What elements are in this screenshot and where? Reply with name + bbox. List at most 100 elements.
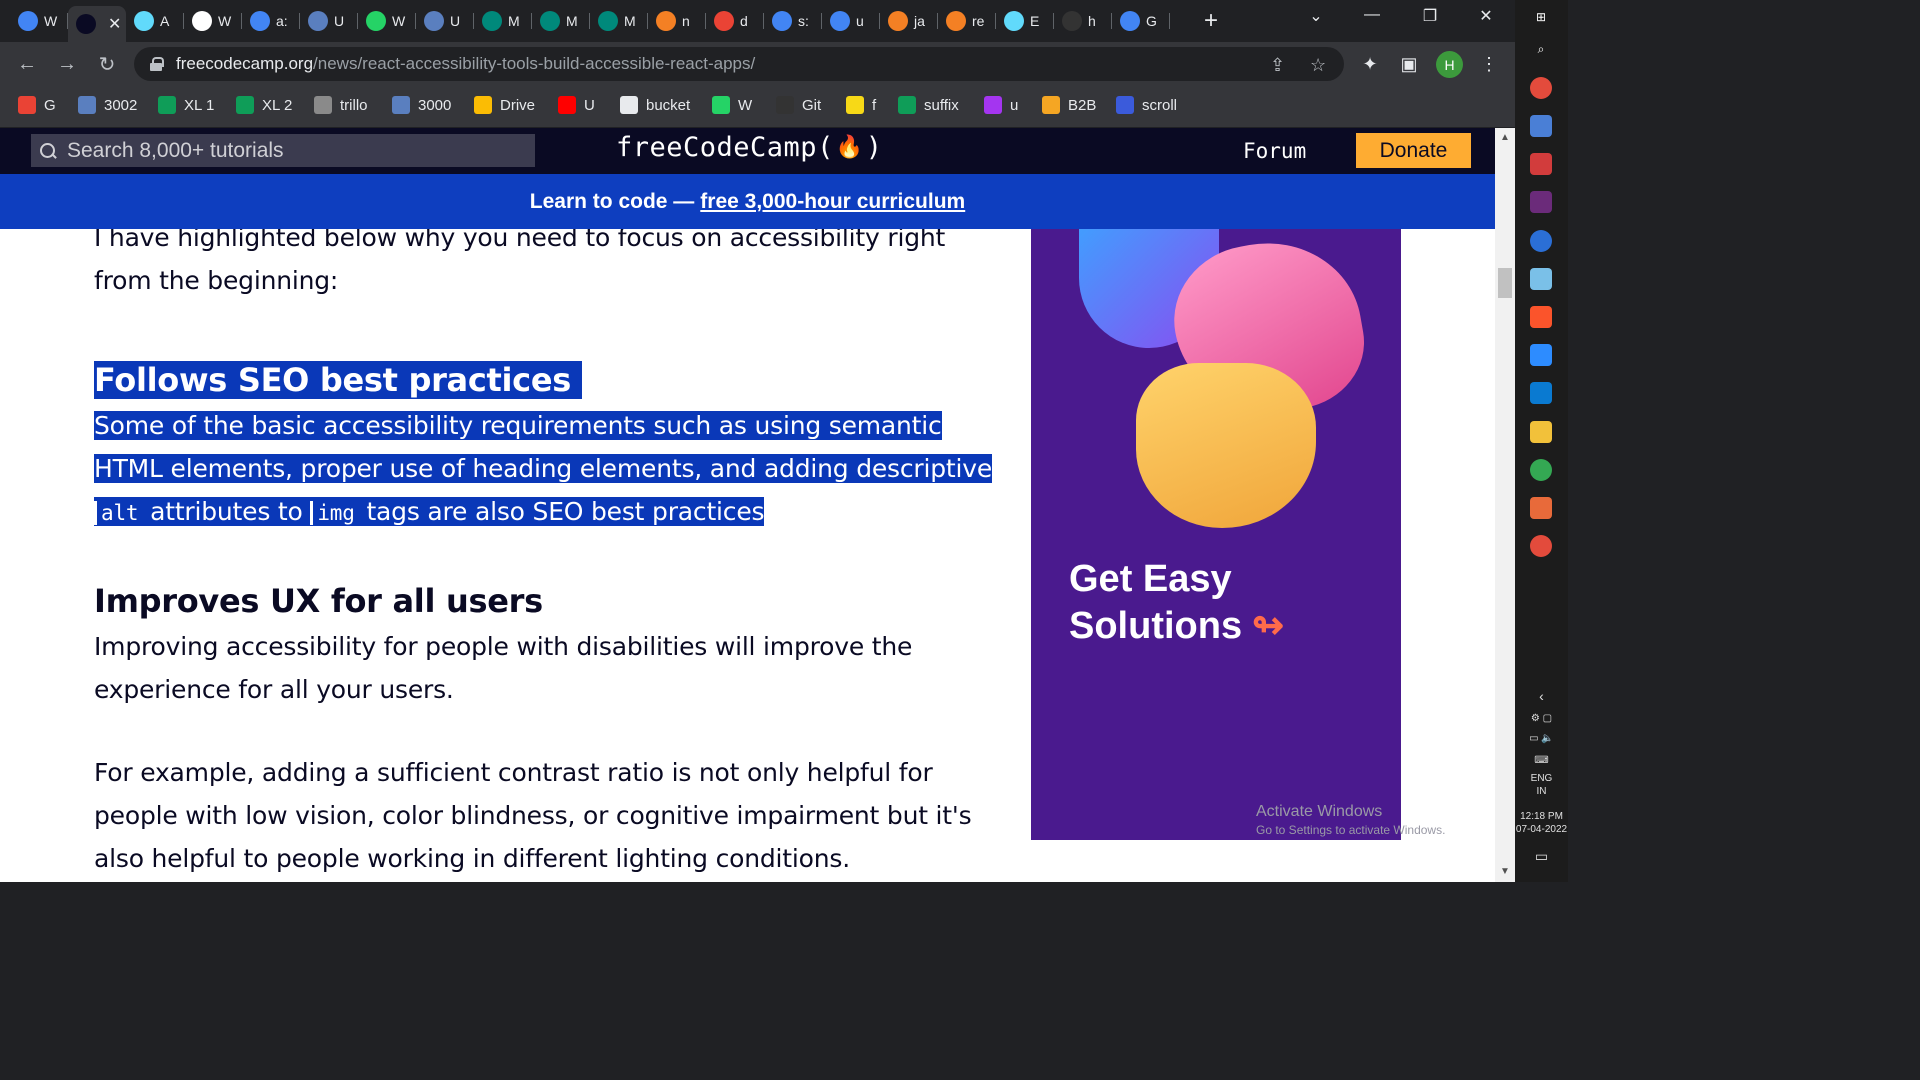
bookmark-item[interactable]: Git	[776, 94, 821, 116]
browser-tab[interactable]: W	[358, 6, 416, 36]
tray-keyboard-icon[interactable]: ⌨	[1515, 754, 1568, 767]
git-taskbar-icon[interactable]	[1530, 497, 1552, 519]
browser-tab[interactable]: U	[416, 6, 474, 36]
page-scrollbar[interactable]: ▲ ▼	[1495, 128, 1515, 882]
browser-tab[interactable]: a:	[242, 6, 300, 36]
bookmark-item[interactable]: XL 1	[158, 94, 214, 116]
p-icon	[1116, 96, 1134, 114]
bookmark-item[interactable]: u	[984, 94, 1018, 116]
bookmark-item[interactable]: scroll	[1116, 94, 1177, 116]
browser-tab[interactable]: re	[938, 6, 996, 36]
side-panel-icon[interactable]: ▣	[1398, 53, 1420, 75]
fcc-logo[interactable]: freeCodeCamp( 🔥 )	[616, 132, 883, 163]
language-indicator[interactable]: ENG IN	[1515, 772, 1568, 798]
browser-tab[interactable]: d	[706, 6, 764, 36]
browser-tab[interactable]: A	[126, 6, 184, 36]
profile-avatar[interactable]: H	[1436, 51, 1463, 78]
tab-title: E	[1030, 13, 1040, 29]
chrome-taskbar-icon[interactable]	[1530, 77, 1552, 99]
chrome-profile-taskbar-icon[interactable]	[1530, 459, 1552, 481]
browser-tab[interactable]: ✕	[68, 6, 126, 42]
close-window-icon[interactable]: ✕	[1466, 6, 1506, 26]
tray-network-icon[interactable]: ⚙ ▢	[1515, 712, 1568, 725]
browser-tab[interactable]: E	[996, 6, 1054, 36]
ide-taskbar-icon[interactable]	[1530, 191, 1552, 213]
search-bar[interactable]	[31, 134, 535, 167]
browser-tab[interactable]: s:	[764, 6, 822, 36]
scroll-thumb[interactable]	[1498, 268, 1512, 298]
bookmark-item[interactable]: W	[712, 94, 752, 116]
tab-title: u	[856, 13, 864, 29]
notification-icon[interactable]: ▭	[1515, 849, 1568, 863]
tray-chevron-icon[interactable]: ‹	[1515, 689, 1568, 703]
browser-tab[interactable]: W	[184, 6, 242, 36]
bookmark-item[interactable]: B2B	[1042, 94, 1096, 116]
search-input[interactable]	[67, 138, 507, 163]
tab-title: A	[160, 13, 170, 29]
windows-start-icon[interactable]: ⊞	[1530, 6, 1552, 28]
seo-paragraph-part-1: Some of the basic accessibility requirem…	[94, 411, 993, 483]
windows-taskbar: ⊞ ⌕ ‹ ⚙ ▢ ▭ 🔈 ⌨ ENG IN 12:18 PM 07-04-20…	[1515, 0, 1568, 882]
forward-icon[interactable]: →	[55, 52, 79, 76]
maps-taskbar-icon[interactable]	[1530, 230, 1552, 252]
curriculum-link[interactable]: free 3,000-hour curriculum	[700, 190, 965, 214]
file-explorer-taskbar-icon[interactable]	[1530, 421, 1552, 443]
clock[interactable]: 12:18 PM 07-04-2022	[1515, 810, 1568, 836]
new-tab-button[interactable]: +	[1198, 7, 1224, 34]
tab-title: n	[682, 13, 690, 29]
bookmark-item[interactable]: f	[846, 94, 876, 116]
browser-tab[interactable]: n	[648, 6, 706, 36]
tab-search-chevron-icon[interactable]: ⌄	[1296, 6, 1336, 26]
bookmark-item[interactable]: bucket	[620, 94, 690, 116]
restore-icon[interactable]: ❐	[1410, 6, 1450, 26]
seo-heading-text: Follows SEO best practices	[94, 361, 571, 399]
search-taskbar-icon[interactable]: ⌕	[1530, 38, 1552, 60]
browser-tab[interactable]: U	[300, 6, 358, 36]
bookmark-item[interactable]: 3002	[78, 94, 137, 116]
browser-tab[interactable]: u	[822, 6, 880, 36]
browser-tab[interactable]: h	[1054, 6, 1112, 36]
brave-taskbar-icon[interactable]	[1530, 306, 1552, 328]
chrome-alt-taskbar-icon[interactable]	[1530, 535, 1552, 557]
b2b-icon	[1042, 96, 1060, 114]
donate-button[interactable]: Donate	[1356, 133, 1471, 168]
bookmark-item[interactable]: suffix	[898, 94, 959, 116]
tray-volume-icon[interactable]: ▭ 🔈	[1515, 732, 1568, 745]
back-icon[interactable]: ←	[15, 52, 39, 76]
bookmark-star-icon[interactable]: ☆	[1310, 55, 1326, 76]
meet-icon	[598, 11, 618, 31]
browser-tab[interactable]: M	[532, 6, 590, 36]
bookmark-item[interactable]: trillo	[314, 94, 368, 116]
files-taskbar-icon[interactable]	[1530, 268, 1552, 290]
photos-taskbar-icon[interactable]	[1530, 153, 1552, 175]
lock-icon[interactable]	[150, 57, 164, 71]
close-tab-icon[interactable]: ✕	[108, 14, 121, 34]
browser-tab[interactable]: M	[590, 6, 648, 36]
google-icon	[1120, 11, 1140, 31]
share-icon[interactable]: ⇪	[1270, 55, 1285, 76]
reload-icon[interactable]: ↻	[95, 52, 119, 76]
browser-menu-icon[interactable]: ⋮	[1478, 53, 1500, 75]
bookmark-item[interactable]: Drive	[474, 94, 535, 116]
scroll-down-icon[interactable]: ▼	[1500, 866, 1510, 877]
extensions-icon[interactable]: ✦	[1359, 53, 1381, 75]
browser-tab[interactable]: W	[10, 6, 68, 36]
zoom-taskbar-icon[interactable]	[1530, 344, 1552, 366]
bookmark-item[interactable]: 3000	[392, 94, 451, 116]
minimize-icon[interactable]: —	[1352, 6, 1392, 24]
browser-tab[interactable]: M	[474, 6, 532, 36]
address-bar[interactable]: freecodecamp.org/news/react-accessibilit…	[134, 47, 1344, 81]
logo-text-end: )	[865, 132, 883, 163]
bookmark-item[interactable]: XL 2	[236, 94, 292, 116]
bookmark-item[interactable]: G	[18, 94, 56, 116]
browser-tab[interactable]: G	[1112, 6, 1170, 36]
forum-link[interactable]: Forum	[1243, 139, 1306, 163]
meet-icon	[482, 11, 502, 31]
app-taskbar-icon[interactable]	[1530, 115, 1552, 137]
advertisement[interactable]: Get Easy Solutions ↬	[1031, 228, 1401, 840]
bookmark-item[interactable]: U	[558, 94, 595, 116]
vscode-taskbar-icon[interactable]	[1530, 382, 1552, 404]
browser-window: + ⌄ — ❐ ✕ W ✕ A Wa: U W U M M Mn d s: u ja re Eh G ← → ↻…	[0, 0, 1515, 882]
scroll-up-icon[interactable]: ▲	[1500, 132, 1510, 143]
browser-tab[interactable]: ja	[880, 6, 938, 36]
